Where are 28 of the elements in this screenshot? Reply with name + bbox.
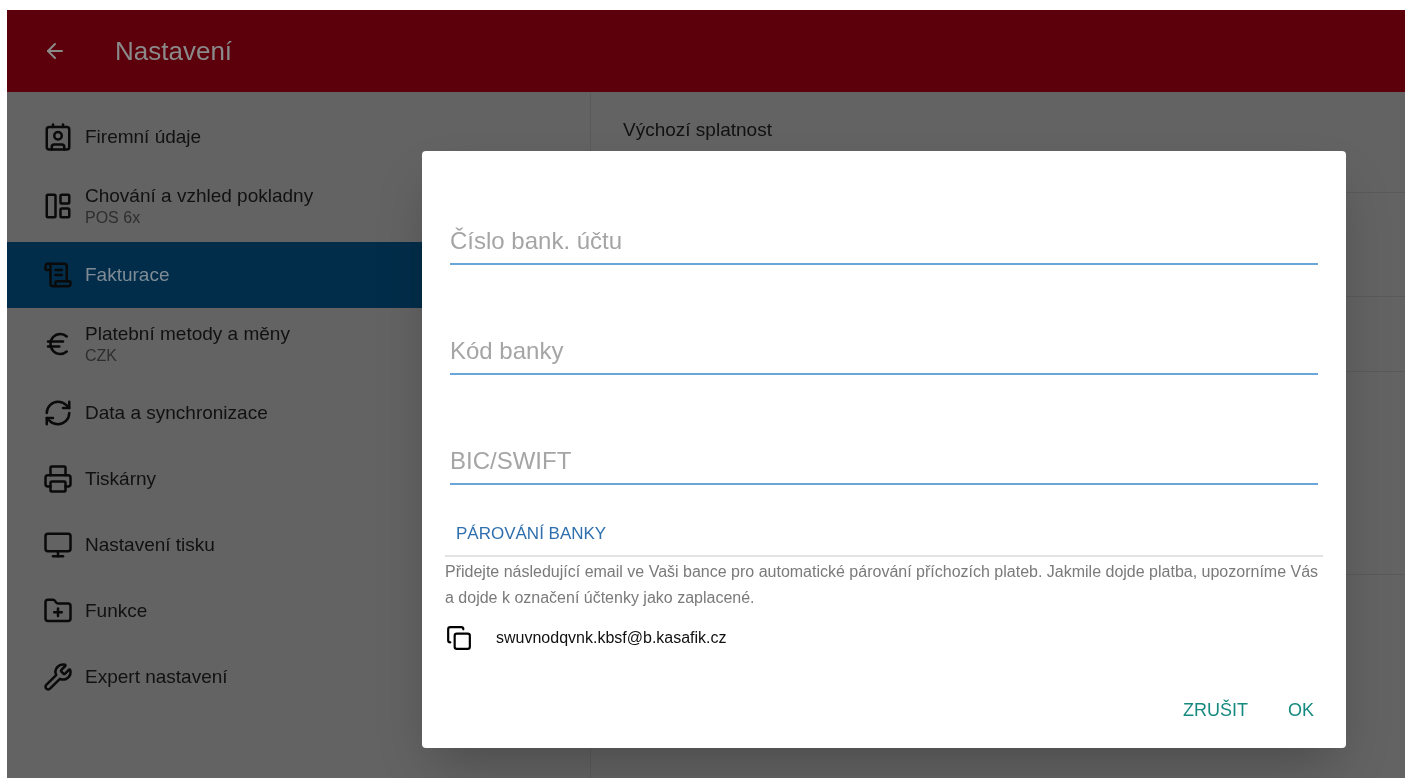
item-label: Tiskárny <box>85 467 157 491</box>
section-title: PÁROVÁNÍ BANKY <box>456 523 608 545</box>
printer-icon <box>43 464 73 494</box>
item-label: Firemní údaje <box>85 125 202 149</box>
wrench-icon <box>43 662 73 692</box>
sidebar-item[interactable]: Firemní údaje <box>7 104 590 170</box>
receipt-icon <box>43 260 73 290</box>
sidebar-item[interactable]: Data a synchronizace <box>7 380 590 446</box>
description-text: Přidejte následující email ve Vaši bance pro automatické párování příchozích plateb. Jakmile dojde platba, upozorníme Vás a dojde k označení účtenky jako zaplacené. <box>445 561 1320 608</box>
input-field[interactable]: Číslo bank. účtu <box>450 223 1318 265</box>
item-label: Expert nastavení <box>85 665 228 689</box>
dialog-button[interactable]: ZRUŠIT <box>1167 688 1264 732</box>
sync-icon <box>43 398 73 428</box>
dialog-button[interactable]: OK <box>1272 688 1330 732</box>
item-label: Funkce <box>85 599 148 623</box>
item-label: Data a synchronizace <box>85 401 268 425</box>
item-label: Chování a vzhled pokladny <box>85 184 314 208</box>
setting-title: Výchozí splatnost <box>623 119 772 140</box>
copy-icon[interactable] <box>446 624 472 651</box>
id-card-icon <box>43 122 73 152</box>
item-label: Nastavení tisku <box>85 533 215 557</box>
input-field[interactable]: BIC/SWIFT <box>450 443 1318 485</box>
email-address: swuvnodqvnk.kbsf@b.kasafik.cz <box>496 627 727 648</box>
item-label: Platební metody a měny <box>85 322 290 346</box>
page-title: Nastavení <box>115 34 233 68</box>
monitor-icon <box>43 530 73 560</box>
item-label: Fakturace <box>85 263 170 287</box>
input-field[interactable]: Kód banky <box>450 333 1318 375</box>
